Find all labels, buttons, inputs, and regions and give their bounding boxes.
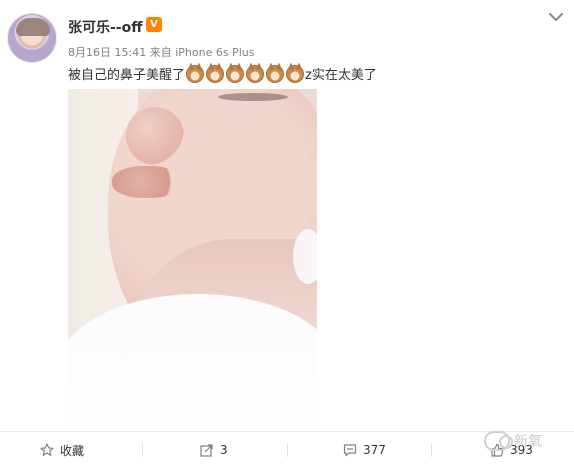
dog-emoji	[206, 64, 225, 83]
vip-badge: V	[146, 17, 162, 32]
wechat-icon	[484, 431, 513, 451]
post-date[interactable]: 8月16日 15:41	[68, 46, 146, 59]
dog-emoji	[286, 64, 305, 83]
separator	[287, 443, 288, 457]
separator	[431, 443, 432, 457]
star-icon	[40, 443, 54, 456]
photo-lips	[112, 166, 182, 198]
post-text-after: z实在太美了	[305, 68, 377, 83]
comment-count: 377	[363, 443, 386, 457]
separator	[142, 443, 143, 457]
comment-button[interactable]: 377	[343, 440, 386, 460]
favorite-button[interactable]: 收藏	[40, 440, 84, 460]
watermark-text: 新氧	[514, 434, 542, 450]
comment-icon	[343, 444, 357, 457]
repost-count: 3	[220, 443, 228, 457]
favorite-label: 收藏	[60, 443, 85, 458]
avatar[interactable]	[7, 13, 57, 63]
post-photo[interactable]	[68, 89, 317, 421]
author-name[interactable]: 张可乐--off	[68, 17, 143, 37]
dog-emoji	[266, 64, 285, 83]
post-source[interactable]: iPhone 6s Plus	[175, 46, 254, 59]
post-meta: 8月16日 15:41 来自 iPhone 6s Plus	[68, 44, 254, 60]
post-text-before: 被自己的鼻子美醒了	[68, 68, 186, 83]
dog-emoji	[246, 64, 265, 83]
dog-emoji	[186, 64, 205, 83]
source-prefix: 来自	[149, 46, 172, 59]
post-text: 被自己的鼻子美醒了 z实在太美了	[68, 64, 377, 83]
repost-button[interactable]: 3	[200, 440, 228, 460]
photo-eye	[218, 93, 288, 101]
dog-emoji	[226, 64, 245, 83]
emoji-row	[186, 64, 305, 83]
share-icon	[200, 444, 213, 457]
chevron-down-icon[interactable]	[548, 11, 564, 23]
photo-nose	[126, 107, 184, 165]
watermark: 新氧	[484, 428, 568, 454]
photo-shirt	[68, 294, 317, 421]
photo-earphone	[293, 229, 317, 284]
